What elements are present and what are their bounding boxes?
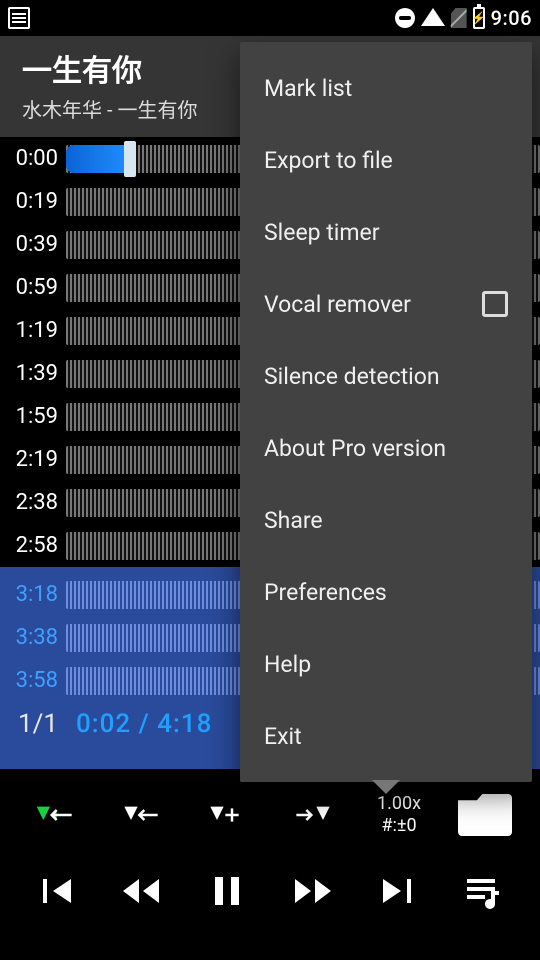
menu-item-share[interactable]: Share [240,484,532,556]
row-time: 3:58 [6,668,66,693]
overflow-menu: Mark list Export to file Sleep timer Voc… [240,42,532,782]
open-folder-button[interactable] [442,779,528,851]
playlist-button[interactable] [442,855,528,927]
no-sim-icon [451,8,467,28]
row-time: 2:38 [6,490,66,515]
controls-bar: 1.00x #:±0 [0,769,540,937]
row-time: 0:59 [6,275,66,300]
menu-label: Mark list [264,75,352,102]
list-notification-icon [8,7,30,29]
pitch-label: #:±0 [377,815,421,837]
next-track-button[interactable] [356,855,442,927]
menu-label: Export to file [264,147,393,174]
menu-item-mark-list[interactable]: Mark list [240,52,532,124]
menu-item-preferences[interactable]: Preferences [240,556,532,628]
pause-button[interactable] [184,855,270,927]
speed-label: 1.00x [377,793,421,815]
menu-label: Vocal remover [264,291,411,318]
menu-label: About Pro version [264,435,446,462]
wifi-icon [421,8,445,26]
menu-item-silence-detection[interactable]: Silence detection [240,340,532,412]
status-time: 9:06 [491,6,532,30]
menu-item-vocal-remover[interactable]: Vocal remover [240,268,532,340]
row-time: 1:39 [6,361,66,386]
menu-label: Preferences [264,579,387,606]
mark-prev-button[interactable] [98,779,184,851]
row-time: 0:39 [6,232,66,257]
status-bar: ⚡ 9:06 [0,0,540,36]
menu-label: Share [264,507,323,534]
menu-label: Silence detection [264,363,440,390]
battery-charging-icon: ⚡ [473,7,485,29]
track-counter: 1/1 [18,709,58,739]
track-position: 0:02 / 4:18 [76,709,212,739]
row-time: 0:00 [6,146,66,171]
rewind-button[interactable] [98,855,184,927]
mark-next-button[interactable] [270,779,356,851]
checkbox-icon[interactable] [482,291,508,317]
menu-item-sleep-timer[interactable]: Sleep timer [240,196,532,268]
mark-a-button[interactable] [12,779,98,851]
row-time: 3:18 [6,582,66,607]
menu-scroll-indicator-icon [372,780,400,794]
mark-add-button[interactable] [184,779,270,851]
folder-icon [458,794,512,836]
fast-forward-button[interactable] [270,855,356,927]
dnd-icon [395,8,415,28]
row-time: 1:59 [6,404,66,429]
row-time: 2:58 [6,533,66,558]
menu-label: Sleep timer [264,219,380,246]
previous-track-button[interactable] [12,855,98,927]
menu-label: Exit [264,723,302,750]
menu-item-exit[interactable]: Exit [240,700,532,772]
menu-item-about-pro[interactable]: About Pro version [240,412,532,484]
menu-item-help[interactable]: Help [240,628,532,700]
row-time: 0:19 [6,189,66,214]
row-time: 1:19 [6,318,66,343]
row-time: 2:19 [6,447,66,472]
menu-label: Help [264,651,311,678]
menu-item-export[interactable]: Export to file [240,124,532,196]
row-time: 3:38 [6,625,66,650]
